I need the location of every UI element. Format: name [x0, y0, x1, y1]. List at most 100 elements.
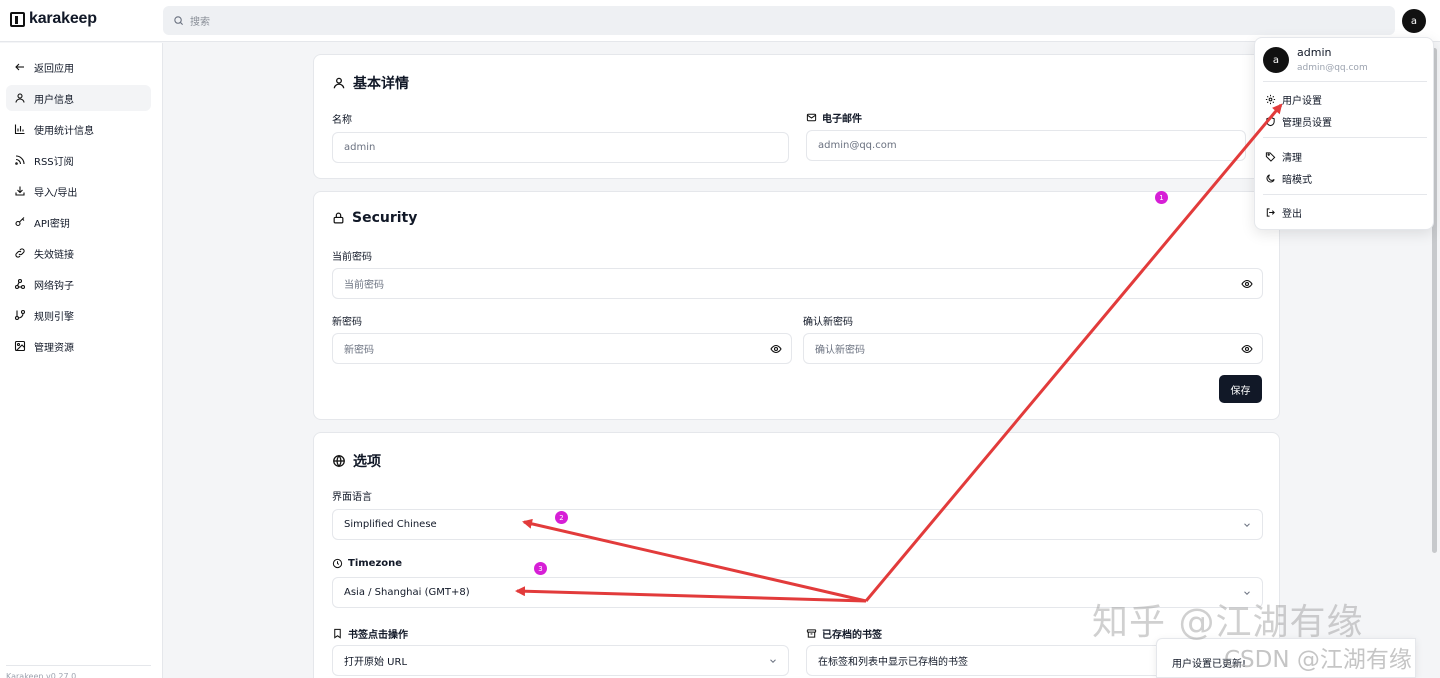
card-title-text: 选项 [353, 454, 381, 470]
email-label-text: 电子邮件 [822, 114, 862, 125]
sidebar-item-label: 导入/导出 [34, 187, 78, 199]
menu-item-dark-mode[interactable]: 暗模式 [1265, 171, 1312, 186]
search-icon [174, 16, 184, 26]
new-password-label: 新密码 [332, 317, 362, 328]
bookmark-click-label-text: 书签点击操作 [348, 630, 408, 641]
sidebar-item-user-info[interactable]: 用户信息 [6, 85, 151, 111]
menu-user-email: admin@qq.com [1297, 63, 1368, 73]
watermark-csdn: CSDN @江湖有缘 [1224, 647, 1412, 673]
archived-value: 在标签和列表中显示已存档的书签 [818, 657, 968, 668]
sidebar-item-rules[interactable]: 规则引擎 [6, 302, 151, 328]
save-button[interactable]: 保存 [1219, 375, 1262, 403]
version-label: Karakeep v0.27.0 [6, 665, 151, 678]
sidebar-item-label: 失效链接 [34, 249, 74, 261]
annotation-badge: 1 [1155, 191, 1168, 204]
security-title: Security [332, 210, 417, 226]
moon-icon [1266, 174, 1275, 183]
current-password-placeholder: 当前密码 [344, 280, 384, 291]
clock-icon [332, 558, 343, 569]
bookmark-click-label: 书签点击操作 [332, 626, 408, 641]
bookmark-icon [334, 628, 341, 639]
name-value: admin [344, 142, 376, 153]
menu-item-user-settings[interactable]: 用户设置 [1265, 92, 1322, 107]
new-password-input[interactable]: 新密码 [332, 333, 792, 364]
menu-divider [1263, 194, 1427, 195]
confirm-password-placeholder: 确认新密码 [815, 345, 865, 356]
confirm-password-label: 确认新密码 [803, 317, 853, 328]
chevron-down-icon [1244, 523, 1250, 527]
user-icon [333, 77, 345, 89]
language-value: Simplified Chinese [344, 519, 437, 530]
app-logo[interactable]: karakeep [10, 10, 97, 28]
confirm-password-input[interactable]: 确认新密码 [803, 333, 1263, 364]
menu-item-cleanup[interactable]: 清理 [1265, 149, 1302, 164]
security-card: Security 当前密码 当前密码 新密码 新密码 确认新密码 确认新密码 保… [313, 191, 1280, 420]
eye-icon[interactable] [1241, 278, 1253, 290]
search-bar[interactable]: 搜索 [163, 6, 1395, 35]
basic-details-title: 基本详情 [332, 73, 409, 93]
top-bar: karakeep 搜索 a [0, 0, 1440, 42]
email-label: 电子邮件 [806, 110, 862, 125]
archived-label: 已存档的书签 [806, 626, 882, 641]
name-input[interactable]: admin [332, 132, 789, 163]
sidebar-item-webhooks[interactable]: 网络钩子 [6, 271, 151, 297]
menu-item-label: 暗模式 [1282, 175, 1312, 186]
sidebar-item-label: 用户信息 [34, 94, 74, 106]
card-title-text: Security [352, 210, 418, 226]
card-title-text: 基本详情 [353, 76, 409, 92]
key-icon [15, 217, 25, 227]
sidebar-item-back[interactable]: 返回应用 [6, 54, 151, 80]
sidebar-item-rss[interactable]: RSS订阅 [6, 147, 151, 173]
sidebar-item-label: 使用统计信息 [34, 125, 94, 137]
image-icon [14, 340, 26, 352]
user-icon [15, 93, 25, 103]
sidebar-item-assets[interactable]: 管理资源 [6, 333, 151, 359]
sidebar-item-import-export[interactable]: 导入/导出 [6, 178, 151, 204]
menu-divider [1263, 81, 1427, 82]
timezone-value: Asia / Shanghai (GMT+8) [344, 587, 470, 598]
menu-item-admin-settings[interactable]: 管理员设置 [1265, 114, 1332, 129]
language-label: 界面语言 [332, 492, 372, 503]
user-avatar-button[interactable]: a [1402, 9, 1426, 33]
language-select[interactable]: Simplified Chinese [332, 509, 1263, 540]
download-icon [15, 186, 25, 196]
menu-item-label: 清理 [1282, 153, 1302, 164]
sidebar-item-stats[interactable]: 使用统计信息 [6, 116, 151, 142]
new-password-placeholder: 新密码 [344, 345, 374, 356]
annotation-badge: 3 [534, 562, 547, 575]
webhook-icon [14, 278, 26, 290]
menu-user-name: admin [1297, 46, 1332, 59]
name-label: 名称 [332, 111, 352, 126]
rss-icon [15, 155, 25, 165]
menu-item-logout[interactable]: 登出 [1265, 205, 1302, 220]
sidebar-item-label: RSS订阅 [34, 156, 74, 168]
avatar: a [1263, 47, 1289, 73]
sidebar-item-api-keys[interactable]: API密钥 [6, 209, 151, 235]
annotation-badge: 2 [555, 511, 568, 524]
menu-item-label: 用户设置 [1282, 96, 1322, 107]
sidebar-item-label: 返回应用 [34, 63, 74, 75]
git-branch-icon [14, 309, 26, 321]
email-input[interactable]: admin@qq.com [806, 130, 1246, 161]
current-password-input[interactable]: 当前密码 [332, 268, 1263, 299]
sidebar-item-label: API密钥 [34, 218, 70, 230]
user-menu: a admin admin@qq.com 用户设置 管理员设置 清理 暗模式 登… [1254, 37, 1434, 230]
name-label-text: 名称 [332, 115, 352, 126]
search-placeholder: 搜索 [190, 17, 210, 28]
shield-icon [1266, 116, 1275, 127]
bookmark-click-select[interactable]: 打开原始 URL [332, 645, 789, 676]
archive-icon [806, 629, 817, 638]
sidebar: 返回应用 用户信息 使用统计信息 RSS订阅 导入/导出 API密钥 失效链接 … [0, 43, 163, 678]
eye-icon[interactable] [1241, 343, 1253, 355]
bar-chart-icon [14, 124, 25, 135]
menu-divider [1263, 137, 1427, 138]
current-password-label: 当前密码 [332, 252, 372, 263]
link-icon [15, 248, 25, 258]
sidebar-item-label: 网络钩子 [34, 280, 74, 292]
app-name: karakeep [29, 10, 97, 27]
sidebar-item-broken-links[interactable]: 失效链接 [6, 240, 151, 266]
options-title: 选项 [332, 451, 381, 471]
eye-icon[interactable] [770, 343, 782, 355]
watermark: 知乎 @江湖有缘 [1092, 602, 1364, 643]
basic-details-card: 基本详情 名称 admin 电子邮件 admin@qq.com [313, 54, 1280, 179]
